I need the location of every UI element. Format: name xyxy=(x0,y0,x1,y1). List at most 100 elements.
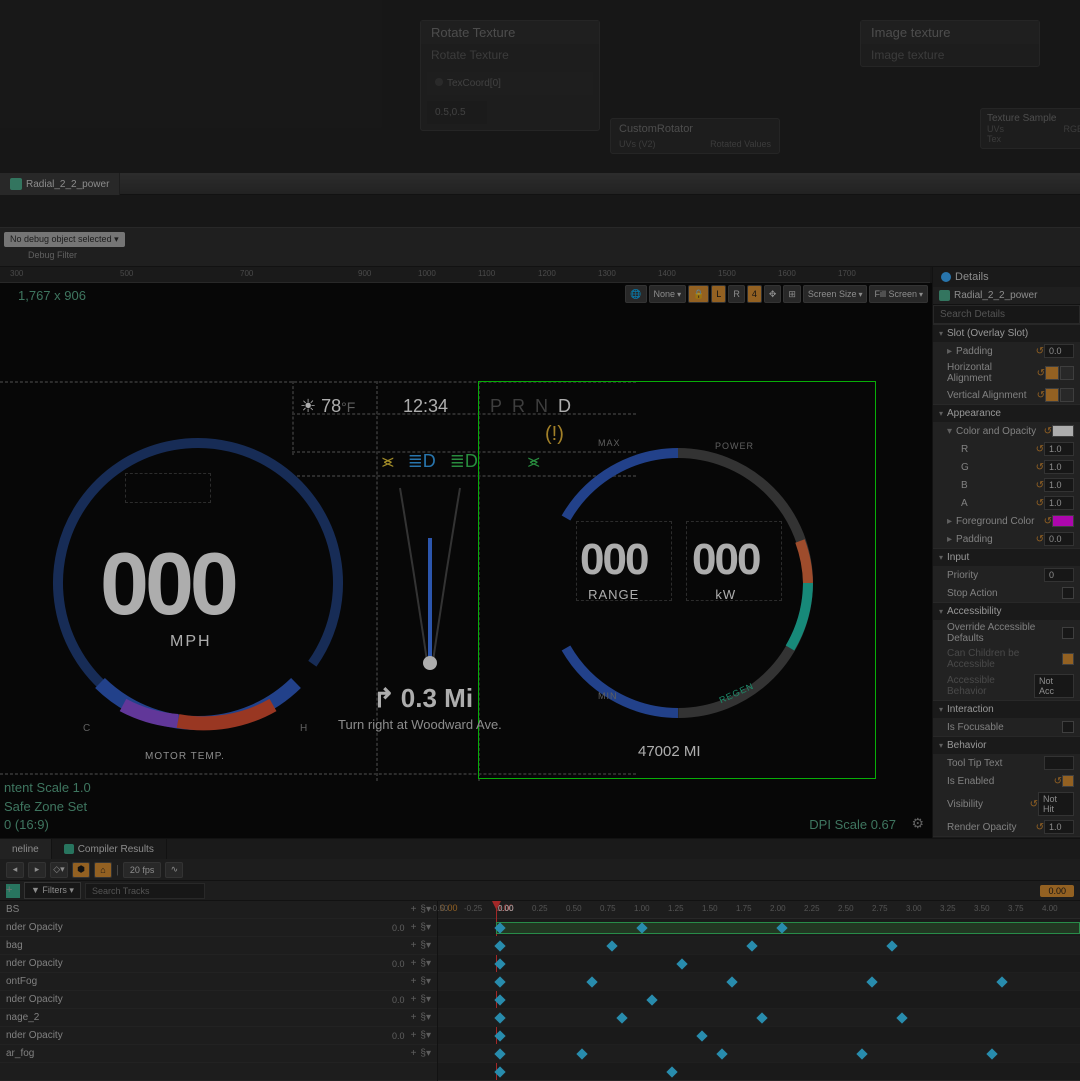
section-input[interactable]: Input xyxy=(933,548,1080,566)
section-icon[interactable]: §▾ xyxy=(420,958,431,969)
track-row[interactable]: bag+§▾ xyxy=(0,937,437,955)
snap-value[interactable]: 4 xyxy=(747,285,762,303)
lock-icon[interactable]: 🔒 xyxy=(688,285,709,303)
track-lane[interactable] xyxy=(438,991,1080,1009)
keyframe[interactable] xyxy=(576,1048,587,1059)
fps-select[interactable]: 20 fps xyxy=(123,862,162,878)
prop-enabled[interactable]: Is Enabled↺ xyxy=(933,772,1080,790)
keyframe[interactable] xyxy=(494,1012,505,1023)
lod-select[interactable]: None xyxy=(649,285,687,303)
zoom-icon[interactable]: ⊞ xyxy=(783,285,801,303)
keyframe[interactable] xyxy=(896,1012,907,1023)
track-row[interactable]: nder Opacity0.0+§▾ xyxy=(0,1027,437,1045)
keyframe[interactable] xyxy=(494,1030,505,1041)
keyframe[interactable] xyxy=(886,940,897,951)
add-key-icon[interactable]: + xyxy=(411,1012,417,1023)
keyframe[interactable] xyxy=(646,994,657,1005)
prop-b[interactable]: B↺ xyxy=(933,476,1080,494)
record-button[interactable]: ⬢ xyxy=(72,862,90,878)
fg-swatch[interactable] xyxy=(1052,515,1074,527)
section-icon[interactable]: §▾ xyxy=(420,1012,431,1023)
auto-key-button[interactable]: ⌂ xyxy=(94,862,112,878)
keyframe[interactable] xyxy=(696,1030,707,1041)
add-key-icon[interactable]: + xyxy=(411,1048,417,1059)
add-track-button[interactable]: + xyxy=(6,884,20,898)
keyframe[interactable] xyxy=(494,940,505,951)
section-icon[interactable]: §▾ xyxy=(420,922,431,933)
prev-key-button[interactable]: ◂ xyxy=(6,862,24,878)
keyframe[interactable] xyxy=(856,1048,867,1059)
add-key-icon[interactable]: + xyxy=(411,940,417,951)
prop-renderop[interactable]: Render Opacity↺ xyxy=(933,818,1080,836)
keyframe[interactable] xyxy=(986,1048,997,1059)
track-lane[interactable] xyxy=(438,919,1080,937)
keyframe[interactable] xyxy=(606,940,617,951)
designer-canvas[interactable]: 1,767 x 906 🌐 None 🔒 L R 4 ✥ ⊞ Screen Si… xyxy=(0,283,932,838)
grid-toggle[interactable]: R xyxy=(728,285,745,303)
prop-g[interactable]: G↺ xyxy=(933,458,1080,476)
keyframe[interactable] xyxy=(866,976,877,987)
timeline-tab[interactable]: neline xyxy=(0,839,52,859)
globe-icon[interactable]: 🌐 xyxy=(625,285,646,303)
add-key-icon[interactable]: + xyxy=(411,1030,417,1041)
keyframe[interactable] xyxy=(746,940,757,951)
section-behavior[interactable]: Behavior xyxy=(933,736,1080,754)
keyframe[interactable] xyxy=(676,958,687,969)
play-button[interactable]: ▸ xyxy=(28,862,46,878)
track-row[interactable]: nder Opacity0.0+§▾ xyxy=(0,991,437,1009)
track-lane[interactable] xyxy=(438,1045,1080,1063)
track-lane[interactable] xyxy=(438,955,1080,973)
prop-r[interactable]: R↺ xyxy=(933,440,1080,458)
prop-stop[interactable]: Stop Action xyxy=(933,584,1080,602)
track-lane[interactable] xyxy=(438,1063,1080,1081)
key-button[interactable]: ◇▾ xyxy=(50,862,68,878)
fill-select[interactable]: Fill Screen xyxy=(869,285,928,303)
color-swatch[interactable] xyxy=(1052,425,1074,437)
add-key-icon[interactable]: + xyxy=(411,994,417,1005)
prop-fgcolor[interactable]: ▸Foreground Color↺ xyxy=(933,512,1080,530)
track-row[interactable]: nder Opacity0.0+§▾ xyxy=(0,955,437,973)
prop-priority[interactable]: Priority xyxy=(933,566,1080,584)
time-display[interactable]: 0.00 xyxy=(1040,885,1074,897)
section-bar[interactable] xyxy=(496,922,1080,934)
section-icon[interactable]: §▾ xyxy=(420,1030,431,1041)
valign-buttons[interactable] xyxy=(1045,388,1074,402)
prop-visibility[interactable]: Visibility↺Not Hit xyxy=(933,790,1080,818)
asset-tab[interactable]: Radial_2_2_power xyxy=(0,173,120,195)
details-search[interactable] xyxy=(933,305,1080,324)
track-search[interactable] xyxy=(85,883,205,899)
track-lane[interactable] xyxy=(438,973,1080,991)
track-row[interactable]: nder Opacity0.0+§▾ xyxy=(0,919,437,937)
prop-a[interactable]: A↺ xyxy=(933,494,1080,512)
section-accessibility[interactable]: Accessibility xyxy=(933,602,1080,620)
track-row[interactable]: ontFog+§▾ xyxy=(0,973,437,991)
keyframe[interactable] xyxy=(996,976,1007,987)
section-icon[interactable]: §▾ xyxy=(420,976,431,987)
checkbox[interactable] xyxy=(1062,627,1074,639)
keyframe[interactable] xyxy=(494,1066,505,1077)
track-row[interactable]: ar_fog+§▾ xyxy=(0,1045,437,1063)
add-key-icon[interactable]: + xyxy=(411,904,417,915)
section-interaction[interactable]: Interaction xyxy=(933,700,1080,718)
keyframe[interactable] xyxy=(494,1048,505,1059)
padding-field[interactable] xyxy=(1044,344,1074,358)
checkbox[interactable] xyxy=(1062,587,1074,599)
loc-toggle[interactable]: L xyxy=(711,285,726,303)
keyframe[interactable] xyxy=(726,976,737,987)
screen-size-select[interactable]: Screen Size xyxy=(803,285,868,303)
details-breadcrumb[interactable]: Radial_2_2_power xyxy=(933,287,1080,305)
details-tab[interactable]: Details xyxy=(933,267,1080,287)
prop-halign[interactable]: Horizontal Alignment↺ xyxy=(933,360,1080,386)
checkbox[interactable] xyxy=(1062,775,1074,787)
section-icon[interactable]: §▾ xyxy=(420,1048,431,1059)
track-row[interactable]: BS+§▾ xyxy=(0,901,437,919)
keyframe[interactable] xyxy=(494,976,505,987)
section-appearance[interactable]: Appearance xyxy=(933,404,1080,422)
move-icon[interactable]: ✥ xyxy=(764,285,782,303)
prop-padding[interactable]: ▸Padding↺ xyxy=(933,342,1080,360)
debug-object-select[interactable]: No debug object selected ▾ xyxy=(4,232,125,247)
prop-tooltip[interactable]: Tool Tip Text xyxy=(933,754,1080,772)
compiler-tab[interactable]: Compiler Results xyxy=(52,839,167,859)
keyframe[interactable] xyxy=(586,976,597,987)
keyframe[interactable] xyxy=(494,994,505,1005)
